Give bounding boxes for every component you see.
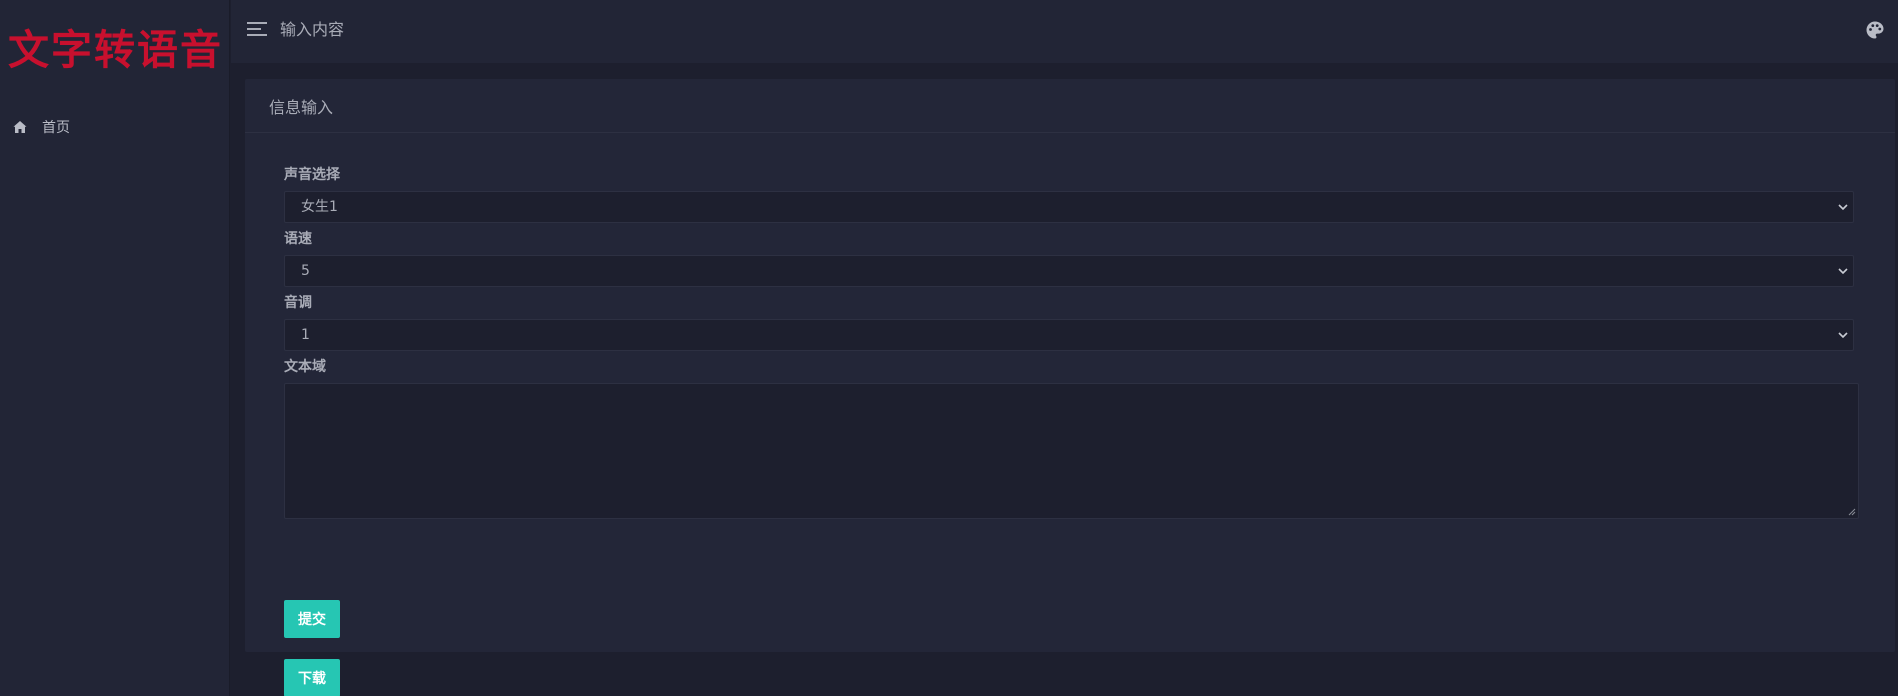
speed-select-value: 5 — [301, 263, 310, 279]
palette-icon[interactable] — [1865, 20, 1885, 40]
pitch-select[interactable]: 1 — [284, 319, 1854, 351]
sidebar: 文字转语音 首页 — [0, 0, 230, 696]
chevron-down-icon — [1838, 268, 1848, 275]
resize-handle-icon[interactable] — [1848, 508, 1856, 516]
submit-button[interactable]: 提交 — [284, 600, 340, 638]
pitch-label: 音调 — [284, 295, 312, 311]
text-area[interactable] — [284, 383, 1859, 519]
card-header: 信息输入 — [245, 79, 1895, 133]
app-root: 文字转语音 首页 输入内容 信息输入 声音选择 女生1 语速 5 音调 1 文本… — [0, 0, 1898, 696]
voice-select[interactable]: 女生1 — [284, 191, 1854, 223]
download-button[interactable]: 下载 — [284, 659, 340, 696]
sidebar-item-label: 首页 — [42, 120, 70, 136]
text-area-label: 文本域 — [284, 359, 326, 375]
menu-icon[interactable] — [247, 20, 269, 38]
home-icon — [13, 121, 27, 133]
topbar: 输入内容 — [231, 0, 1898, 63]
page-title: 输入内容 — [280, 20, 345, 39]
speed-select[interactable]: 5 — [284, 255, 1854, 287]
voice-label: 声音选择 — [284, 167, 340, 183]
speed-label: 语速 — [284, 231, 312, 247]
pitch-select-value: 1 — [301, 327, 310, 343]
app-logo: 文字转语音 — [8, 26, 223, 74]
info-input-card: 信息输入 声音选择 女生1 语速 5 音调 1 文本域 提交 下载 — [245, 79, 1895, 696]
voice-select-value: 女生1 — [301, 199, 338, 215]
chevron-down-icon — [1838, 332, 1848, 339]
chevron-down-icon — [1838, 204, 1848, 211]
tts-form: 声音选择 女生1 语速 5 音调 1 文本域 提交 下载 — [284, 165, 1859, 696]
card-title: 信息输入 — [269, 97, 334, 117]
sidebar-item-home[interactable]: 首页 — [0, 114, 229, 140]
